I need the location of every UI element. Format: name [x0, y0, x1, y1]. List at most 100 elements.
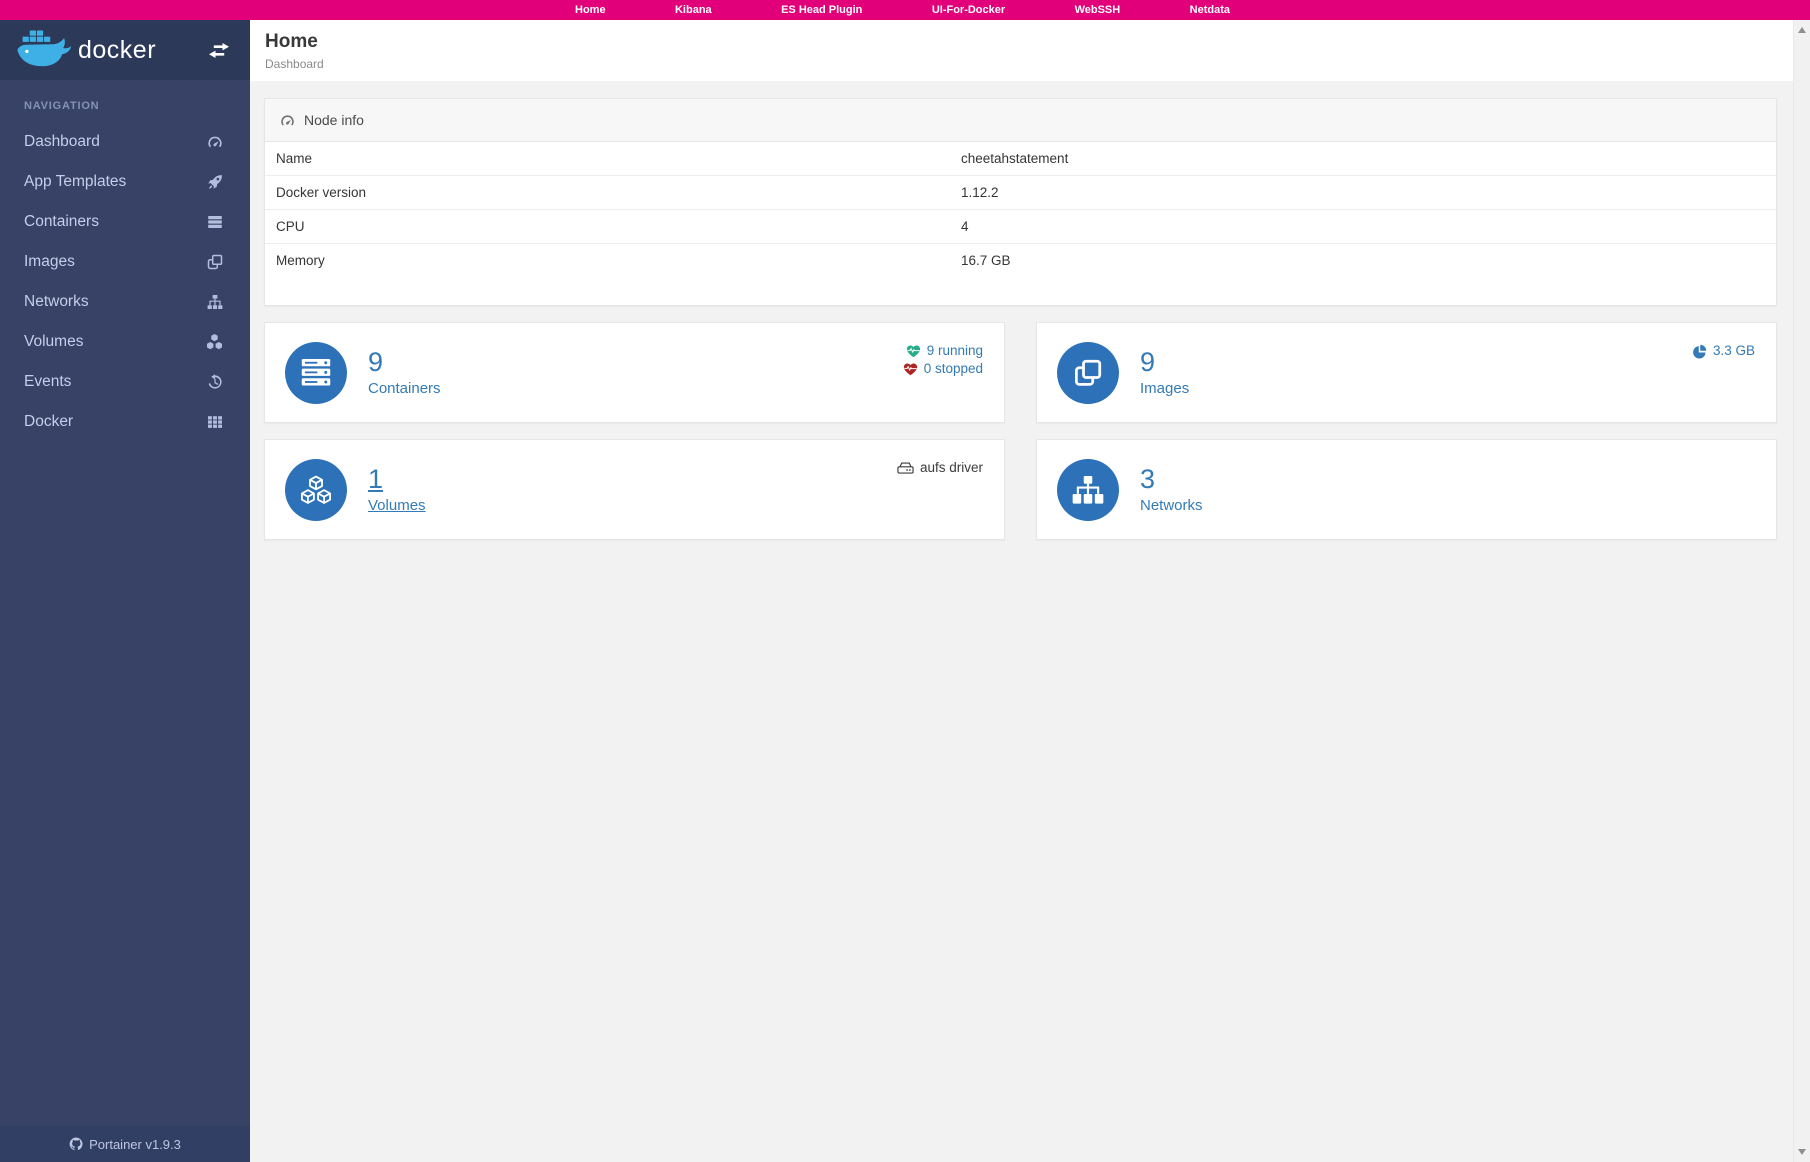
portainer-version-link[interactable]: Portainer v1.9.3 — [0, 1126, 250, 1162]
topnav-es-head-plugin[interactable]: ES Head Plugin — [781, 4, 862, 16]
node-info-title: Node info — [304, 112, 364, 128]
heartbeat-icon — [903, 363, 918, 376]
volumes-link[interactable]: Volumes — [368, 497, 426, 514]
portainer-version-label: Portainer v1.9.3 — [89, 1137, 181, 1152]
page-title: Home — [265, 31, 1793, 53]
row-label: Name — [265, 142, 950, 176]
topnav-webssh[interactable]: WebSSH — [1075, 4, 1121, 16]
table-row: CPU 4 — [265, 210, 1776, 244]
node-info-panel: Node info Name cheetahstatement Docker v… — [264, 98, 1777, 306]
sidebar-item-app-templates[interactable]: App Templates — [0, 162, 250, 202]
containers-card-info: 9 Containers — [368, 348, 441, 396]
node-info-body: Name cheetahstatement Docker version 1.1… — [265, 142, 1776, 305]
images-size: 3.3 GB — [1692, 343, 1755, 359]
sidebar-item-events[interactable]: Events — [0, 362, 250, 402]
history-icon — [207, 374, 223, 390]
running-count-label: 9 running — [927, 343, 983, 359]
sidebar: docker NAVIGATION Dashboard App Template… — [0, 20, 250, 1162]
sidebar-brand[interactable]: docker — [0, 20, 250, 80]
sidebar-item-volumes[interactable]: Volumes — [0, 322, 250, 362]
endpoint-switch-icon[interactable] — [208, 43, 230, 58]
server-icon — [207, 214, 223, 230]
cubes-icon — [299, 475, 333, 505]
vertical-scrollbar[interactable] — [1793, 20, 1810, 1162]
images-circle — [1057, 342, 1119, 404]
hdd-icon — [897, 461, 914, 475]
images-link[interactable]: Images — [1140, 380, 1189, 397]
row-label: CPU — [265, 210, 950, 244]
containers-link[interactable]: Containers — [368, 380, 441, 397]
heartbeat-icon — [906, 345, 921, 358]
running-status: 9 running — [903, 343, 983, 359]
gauge-icon — [207, 134, 223, 150]
sidebar-item-label: Dashboard — [24, 133, 100, 151]
containers-count: 9 — [368, 348, 441, 376]
volumes-driver: aufs driver — [897, 460, 983, 476]
sidebar-section-label: NAVIGATION — [24, 100, 250, 112]
sidebar-item-label: Events — [24, 373, 71, 391]
docker-whale-logo-icon — [16, 30, 74, 70]
sitemap-icon — [1072, 475, 1104, 505]
breadcrumb: Dashboard — [265, 57, 1793, 71]
page-header: Home Dashboard — [250, 20, 1793, 81]
networks-card-info: 3 Networks — [1140, 465, 1203, 513]
topnav-kibana[interactable]: Kibana — [675, 4, 712, 16]
pie-chart-icon — [1692, 344, 1707, 359]
images-card[interactable]: 9 Images 3.3 GB — [1036, 322, 1777, 423]
networks-count: 3 — [1140, 465, 1203, 493]
github-icon — [69, 1137, 83, 1151]
sidebar-item-docker[interactable]: Docker — [0, 402, 250, 442]
topnav-netdata[interactable]: Netdata — [1190, 4, 1230, 16]
row-label: Memory — [265, 244, 950, 278]
scroll-up-arrow-icon[interactable] — [1798, 27, 1806, 33]
top-nav-bar: Home Kibana ES Head Plugin UI-For-Docker… — [0, 0, 1810, 20]
table-row: Name cheetahstatement — [265, 142, 1776, 176]
containers-card[interactable]: 9 Containers 9 running 0 stopped — [264, 322, 1005, 423]
scroll-down-arrow-icon[interactable] — [1798, 1149, 1806, 1155]
sidebar-item-images[interactable]: Images — [0, 242, 250, 282]
topnav-home[interactable]: Home — [575, 4, 606, 16]
volumes-circle — [285, 459, 347, 521]
topnav-ui-for-docker[interactable]: UI-For-Docker — [932, 4, 1005, 16]
server-icon — [300, 358, 332, 387]
table-row: Docker version 1.12.2 — [265, 176, 1776, 210]
table-row: Memory 16.7 GB — [265, 244, 1776, 278]
row-label: Docker version — [265, 176, 950, 210]
clone-icon — [1073, 358, 1103, 388]
networks-card[interactable]: 3 Networks — [1036, 439, 1777, 540]
row-value: 4 — [950, 210, 1776, 244]
dashboard-content: Node info Name cheetahstatement Docker v… — [250, 81, 1793, 540]
sidebar-item-label: Images — [24, 253, 75, 271]
sitemap-icon — [207, 294, 223, 310]
summary-cards: 9 Containers 9 running 0 stopped — [264, 322, 1777, 540]
sidebar-item-dashboard[interactable]: Dashboard — [0, 122, 250, 162]
sidebar-item-containers[interactable]: Containers — [0, 202, 250, 242]
sidebar-item-label: App Templates — [24, 173, 126, 191]
images-card-info: 9 Images — [1140, 348, 1189, 396]
volumes-card-info: 1 Volumes — [368, 465, 426, 513]
sidebar-item-label: Networks — [24, 293, 89, 311]
networks-circle — [1057, 459, 1119, 521]
volumes-driver-label: aufs driver — [920, 460, 983, 476]
brand-name: docker — [78, 36, 156, 65]
cubes-icon — [206, 334, 223, 350]
main-content: Home Dashboard Node info Name cheetahsta… — [250, 20, 1793, 1162]
rocket-icon — [207, 174, 223, 190]
volumes-count: 1 — [368, 465, 426, 493]
sidebar-item-label: Volumes — [24, 333, 83, 351]
images-size-line: 3.3 GB — [1692, 343, 1755, 359]
clone-icon — [207, 254, 223, 270]
sidebar-item-label: Docker — [24, 413, 73, 431]
images-total-size-label: 3.3 GB — [1713, 343, 1755, 359]
sidebar-item-networks[interactable]: Networks — [0, 282, 250, 322]
row-value: cheetahstatement — [950, 142, 1776, 176]
networks-link[interactable]: Networks — [1140, 497, 1203, 514]
sidebar-menu: Dashboard App Templates Containers Image… — [0, 122, 250, 442]
volumes-driver-line: aufs driver — [897, 460, 983, 476]
containers-status: 9 running 0 stopped — [903, 343, 983, 377]
volumes-card[interactable]: 1 Volumes aufs driver — [264, 439, 1005, 540]
gauge-icon — [280, 113, 295, 128]
top-nav-links: Home Kibana ES Head Plugin UI-For-Docker… — [575, 0, 1230, 20]
stopped-count-label: 0 stopped — [924, 361, 983, 377]
node-info-header: Node info — [265, 99, 1776, 142]
